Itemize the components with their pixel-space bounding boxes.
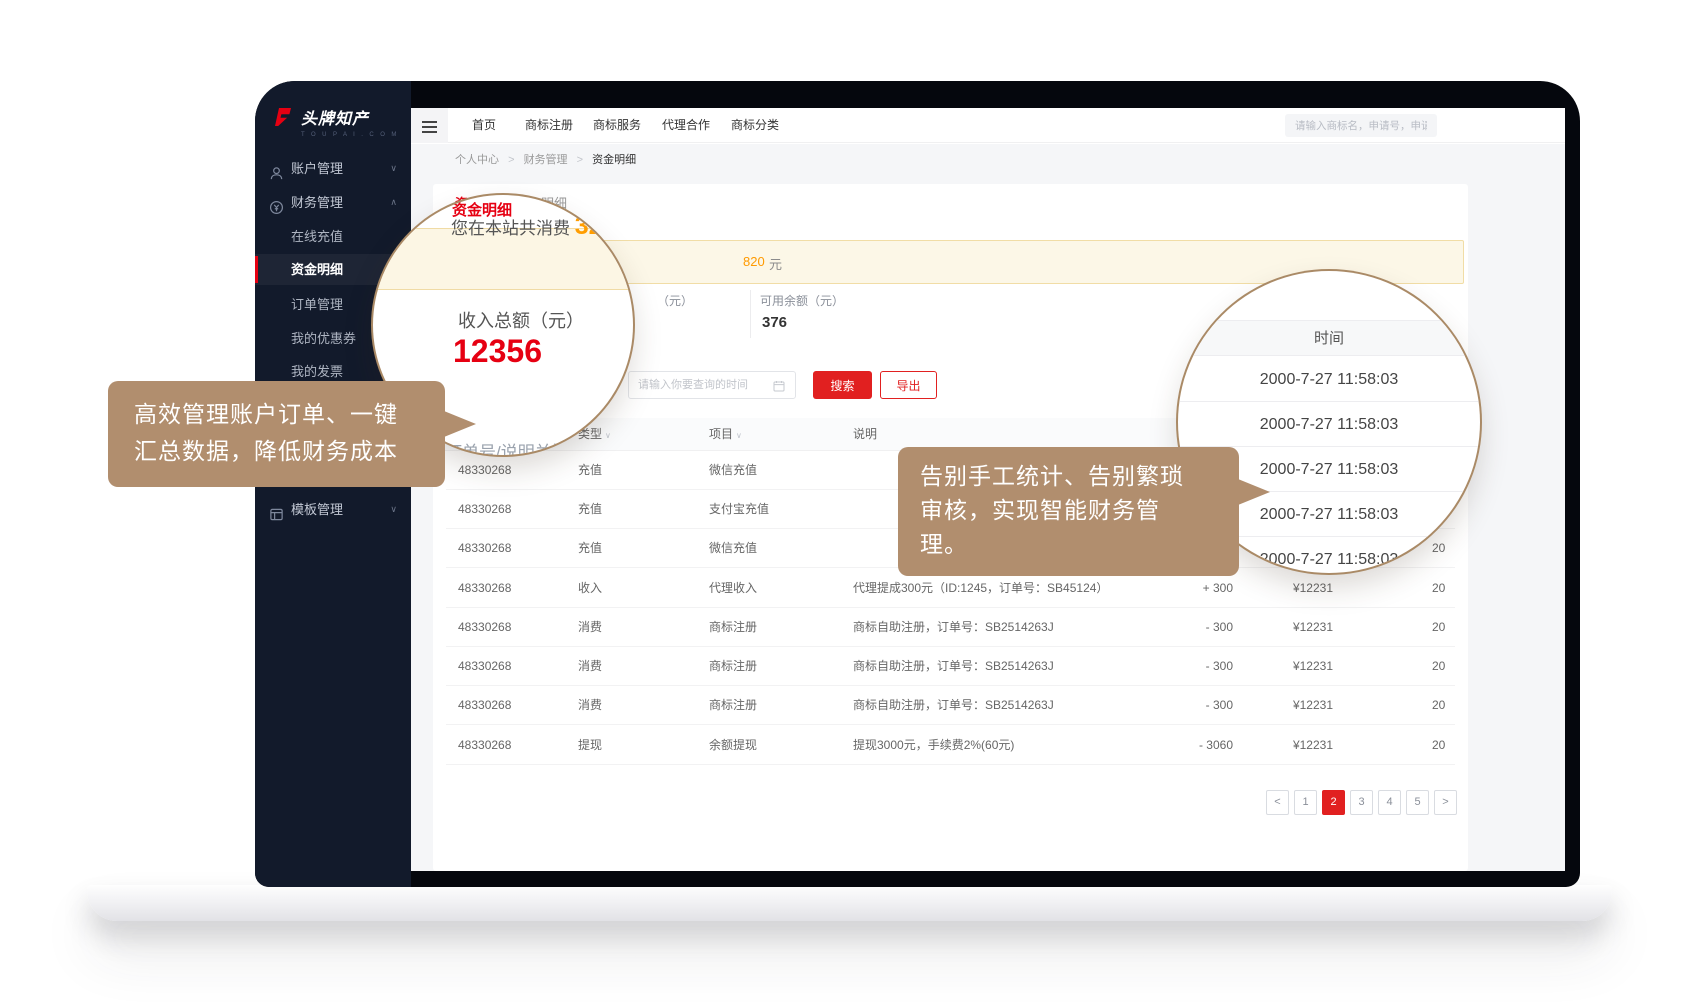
hamburger-button[interactable]: [411, 108, 448, 143]
sort-caret-icon: ∨: [605, 431, 611, 440]
sidebar-item-label: 账户管理: [291, 153, 343, 184]
lens-banner-amount: 32124: [575, 212, 633, 240]
table-row: 48330268消费商标注册商标自助注册，订单号：SB2514263J- 300…: [446, 647, 1455, 686]
stat-balance-value: 376: [762, 314, 787, 331]
laptop-base: [87, 885, 1612, 921]
chevron-down-icon: ∨: [390, 494, 397, 525]
page-button-5[interactable]: 5: [1406, 790, 1429, 815]
page-next-button[interactable]: >: [1434, 790, 1457, 815]
callout-left: 高效管理账户订单、一键 汇总数据，降低财务成本: [108, 381, 445, 487]
nav-link-home[interactable]: 首页: [472, 108, 496, 143]
col-desc-header: 说明: [853, 418, 877, 451]
pagination: < 1 2 3 4 5 >: [1266, 790, 1457, 815]
lens-time-row: 2000-7-27 11:58:03: [1178, 402, 1480, 447]
lens-income-value: 12356: [453, 333, 542, 370]
banner-amount-partial: 820: [743, 254, 765, 269]
stat-expense-label-partial: （元）: [657, 292, 693, 309]
page-button-4[interactable]: 4: [1378, 790, 1401, 815]
stat-balance-label: 可用余额（元）: [760, 292, 844, 309]
chevron-up-icon: ∧: [390, 187, 397, 218]
calendar-icon[interactable]: [773, 379, 785, 391]
lens-banner-text: 您在本站共消费 32124 元: [451, 212, 633, 241]
table-row: 48330268消费商标注册商标自助注册，订单号：SB2514263J- 300…: [446, 686, 1455, 725]
lens-income-label: 收入总额（元）: [458, 307, 584, 333]
hamburger-icon: [411, 108, 448, 133]
col-project-header[interactable]: 项目∨: [709, 418, 742, 452]
date-query-input[interactable]: [628, 371, 796, 399]
stat-divider: [750, 290, 751, 338]
page-prev-button[interactable]: <: [1266, 790, 1289, 815]
lens-table-header: 订单号/说明关键: [445, 438, 569, 455]
callout-tail-icon: [1238, 479, 1270, 505]
lens-time-row: 2000-7-27 11:58:03: [1178, 357, 1480, 402]
table-row: 48330268消费商标注册商标自助注册，订单号：SB2514263J- 300…: [446, 608, 1455, 647]
page-button-3[interactable]: 3: [1350, 790, 1373, 815]
brand: 头牌知产 T O U P A I . C O M: [271, 105, 401, 138]
nav-link-services[interactable]: 商标服务: [593, 108, 641, 143]
callout-right: 告别手工统计、告别繁琐 审核，实现智能财务管 理。: [898, 447, 1239, 576]
page-button-2-active[interactable]: 2: [1322, 790, 1345, 815]
finance-icon: [269, 195, 284, 210]
top-navbar: 首页 商标注册 商标服务 代理合作 商标分类: [411, 108, 1565, 143]
sidebar-item-templates[interactable]: 模板管理 ∨: [255, 494, 411, 525]
nav-link-agency[interactable]: 代理合作: [662, 108, 710, 143]
table-row: 48330268提现余额提现提现3000元，手续费2%(60元)- 3060¥1…: [446, 726, 1455, 765]
search-button[interactable]: 搜索: [813, 371, 872, 399]
callout-tail-icon: [444, 411, 476, 437]
lens-time-header: 时间: [1178, 320, 1480, 356]
nav-link-category[interactable]: 商标分类: [731, 108, 779, 143]
brand-logo-icon: [271, 105, 295, 134]
nav-link-register[interactable]: 商标注册: [525, 108, 573, 143]
sort-caret-icon: ∨: [736, 431, 742, 440]
sidebar-item-finance[interactable]: 财务管理 ∧: [255, 187, 411, 218]
breadcrumb-part[interactable]: 个人中心: [455, 154, 499, 166]
page-button-1[interactable]: 1: [1294, 790, 1317, 815]
banner-unit: 元: [769, 254, 782, 273]
page-canvas: 头牌知产 T O U P A I . C O M 账户管理 ∨ 财务管理 ∧: [0, 0, 1696, 1002]
template-icon: [269, 502, 284, 517]
brand-name: 头牌知产: [301, 111, 369, 128]
export-button[interactable]: 导出: [880, 371, 937, 399]
sidebar-item-label: 财务管理: [291, 187, 343, 218]
chevron-down-icon: ∨: [390, 153, 397, 184]
sidebar-item-account[interactable]: 账户管理 ∨: [255, 153, 411, 184]
breadcrumb-current: 资金明细: [592, 154, 636, 166]
breadcrumb: 个人中心 > 财务管理 > 资金明细: [411, 144, 1565, 176]
breadcrumb-part[interactable]: 财务管理: [524, 154, 568, 166]
user-icon: [269, 161, 284, 176]
brand-subtext: T O U P A I . C O M: [301, 132, 399, 138]
trademark-search-input[interactable]: [1285, 114, 1437, 137]
